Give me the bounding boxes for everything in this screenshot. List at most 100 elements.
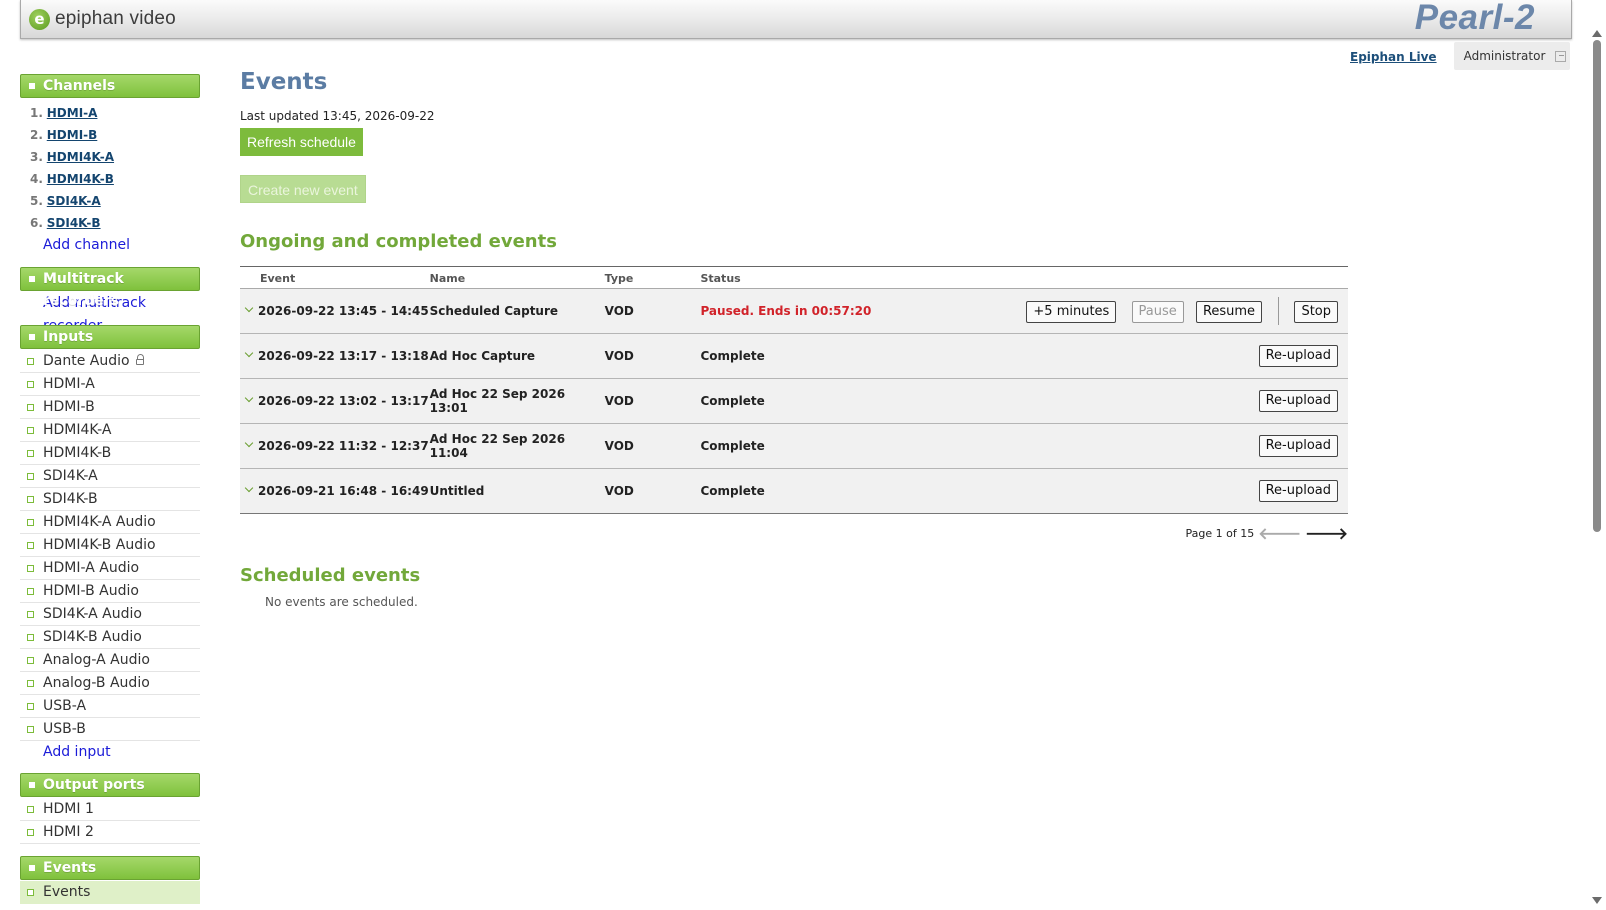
channel-link[interactable]: SDI4K-B (47, 216, 101, 230)
reupload-button[interactable]: Re-upload (1258, 480, 1338, 502)
table-row[interactable]: 2026-09-22 13:02 - 13:17 Ad Hoc 22 Sep 2… (240, 378, 1348, 424)
row-actions: +5 minutes Pause Resume Stop (1018, 288, 1348, 334)
page-title: Events (240, 69, 328, 95)
input-item[interactable]: SDI4K-B (20, 488, 200, 511)
logo-icon: e (29, 8, 50, 30)
action-divider (1278, 297, 1280, 325)
reupload-button[interactable]: Re-upload (1258, 390, 1338, 412)
expand-chevron-icon[interactable] (244, 348, 254, 358)
product-name: Pearl-2 (1414, 0, 1535, 37)
section-bullet-icon (29, 83, 35, 89)
expand-chevron-icon[interactable] (244, 438, 254, 448)
input-list: Dante Audio HDMI-A HDMI-B HDMI4K-A HDMI4… (20, 350, 200, 741)
table-row[interactable]: 2026-09-22 11:32 - 12:37 Ad Hoc 22 Sep 2… (240, 423, 1348, 469)
stop-button[interactable]: Stop (1294, 300, 1338, 323)
section-inputs[interactable]: Inputs (20, 325, 200, 349)
channel-link[interactable]: HDMI-A (47, 106, 98, 120)
reupload-button[interactable]: Re-upload (1258, 345, 1338, 367)
pause-button[interactable]: Pause (1131, 300, 1184, 323)
input-item[interactable]: HDMI-B (20, 396, 200, 419)
resume-button[interactable]: Resume (1195, 300, 1263, 323)
app-header: e epiphan video Pearl-2 (20, 0, 1572, 39)
input-item[interactable]: Analog-B Audio (20, 672, 200, 695)
events-table: Event Name Type Status 2026-09-22 13:45 … (240, 266, 1348, 514)
scheduled-events-title: Scheduled events (240, 565, 421, 586)
input-item-dante-audio[interactable]: Dante Audio (20, 350, 200, 373)
input-item[interactable]: Analog-A Audio (20, 649, 200, 672)
input-item[interactable]: HDMI4K-A (20, 419, 200, 442)
col-name: Name (429, 266, 605, 289)
channel-item: 1. HDMI-A (30, 106, 98, 120)
section-multitrack[interactable]: Multitrack recorders (20, 267, 200, 309)
input-item[interactable]: HDMI-A Audio (20, 557, 200, 580)
section-bullet-icon (29, 334, 35, 340)
table-row[interactable]: 2026-09-21 16:48 - 16:49 Untitled VOD Co… (240, 468, 1348, 514)
administrator-button[interactable]: Administrator (1453, 42, 1570, 70)
status-paused: Paused. Ends in 00:57:20 (700, 288, 1019, 334)
expand-chevron-icon[interactable] (244, 303, 254, 313)
sidebar: Channels 1. HDMI-A 2. HDMI-B 3. HDMI4K-A… (20, 74, 200, 904)
lock-icon (135, 354, 144, 365)
channel-link[interactable]: HDMI4K-B (47, 172, 114, 186)
channel-item: 4. HDMI4K-B (30, 172, 114, 186)
section-bullet-icon (29, 865, 35, 871)
table-header-row: Event Name Type Status (240, 266, 1348, 289)
last-updated-text: Last updated 13:45, 2026-09-22 (240, 109, 435, 123)
channel-item: 5. SDI4K-A (30, 194, 101, 208)
expand-chevron-icon[interactable] (244, 393, 254, 403)
top-user-bar: Epiphan Live Administrator (1350, 42, 1570, 70)
output-list: HDMI 1 HDMI 2 (20, 798, 200, 844)
logout-icon[interactable] (1555, 50, 1567, 62)
scroll-thumb[interactable] (1593, 40, 1601, 532)
plus-5-minutes-button[interactable]: +5 minutes (1026, 300, 1117, 323)
events-list: Events (20, 881, 200, 904)
channel-link[interactable]: SDI4K-A (47, 194, 101, 208)
brand-name: epiphan video (55, 8, 176, 29)
table-row[interactable]: 2026-09-22 13:45 - 14:45 Scheduled Captu… (240, 288, 1348, 334)
create-new-event-button[interactable]: Create new event (240, 175, 366, 203)
page-indicator: Page 1 of 15 (1185, 526, 1255, 540)
scroll-down-icon[interactable] (1592, 897, 1602, 904)
sidebar-item-events[interactable]: Events (20, 881, 200, 904)
col-event: Event (240, 266, 430, 289)
next-page-arrow-icon[interactable]: 🡒 (1305, 523, 1348, 543)
refresh-schedule-button[interactable]: Refresh schedule (240, 128, 363, 156)
reupload-button[interactable]: Re-upload (1258, 435, 1338, 457)
prev-page-arrow-icon[interactable]: 🡐 (1258, 523, 1301, 543)
channel-item: 3. HDMI4K-A (30, 150, 115, 164)
channel-item: 2. HDMI-B (30, 128, 98, 142)
channel-list: 1. HDMI-A 2. HDMI-B 3. HDMI4K-A 4. HDMI4… (20, 102, 200, 234)
add-input-link[interactable]: Add input (20, 741, 200, 764)
input-item[interactable]: SDI4K-A (20, 465, 200, 488)
section-bullet-icon (29, 276, 35, 282)
page-scrollbar[interactable] (1588, 0, 1606, 910)
output-item[interactable]: HDMI 2 (20, 821, 200, 844)
channel-link[interactable]: HDMI4K-A (47, 150, 114, 164)
input-item[interactable]: USB-B (20, 718, 200, 741)
epiphan-live-link[interactable]: Epiphan Live (1350, 50, 1437, 64)
input-item[interactable]: USB-A (20, 695, 200, 718)
col-type: Type (604, 266, 701, 289)
input-item[interactable]: HDMI4K-A Audio (20, 511, 200, 534)
section-bullet-icon (29, 782, 35, 788)
input-item[interactable]: SDI4K-B Audio (20, 626, 200, 649)
section-channels[interactable]: Channels (20, 74, 200, 98)
input-item[interactable]: HDMI-A (20, 373, 200, 396)
section-events[interactable]: Events (20, 856, 200, 880)
channel-link[interactable]: HDMI-B (47, 128, 98, 142)
add-channel-link[interactable]: Add channel (20, 234, 200, 257)
scroll-up-icon[interactable] (1592, 30, 1602, 37)
input-item[interactable]: HDMI-B Audio (20, 580, 200, 603)
input-item[interactable]: HDMI4K-B Audio (20, 534, 200, 557)
output-item[interactable]: HDMI 1 (20, 798, 200, 821)
no-events-message: No events are scheduled. (265, 595, 418, 609)
table-row[interactable]: 2026-09-22 13:17 - 13:18 Ad Hoc Capture … (240, 333, 1348, 379)
admin-label: Administrator (1463, 49, 1546, 63)
epiphan-logo[interactable]: e epiphan video (29, 8, 176, 30)
section-output-ports[interactable]: Output ports (20, 773, 200, 797)
input-item[interactable]: HDMI4K-B (20, 442, 200, 465)
expand-chevron-icon[interactable] (244, 483, 254, 493)
main-content: Events Last updated 13:45, 2026-09-22 Re… (240, 66, 1374, 609)
ongoing-events-title: Ongoing and completed events (240, 231, 557, 252)
input-item[interactable]: SDI4K-A Audio (20, 603, 200, 626)
